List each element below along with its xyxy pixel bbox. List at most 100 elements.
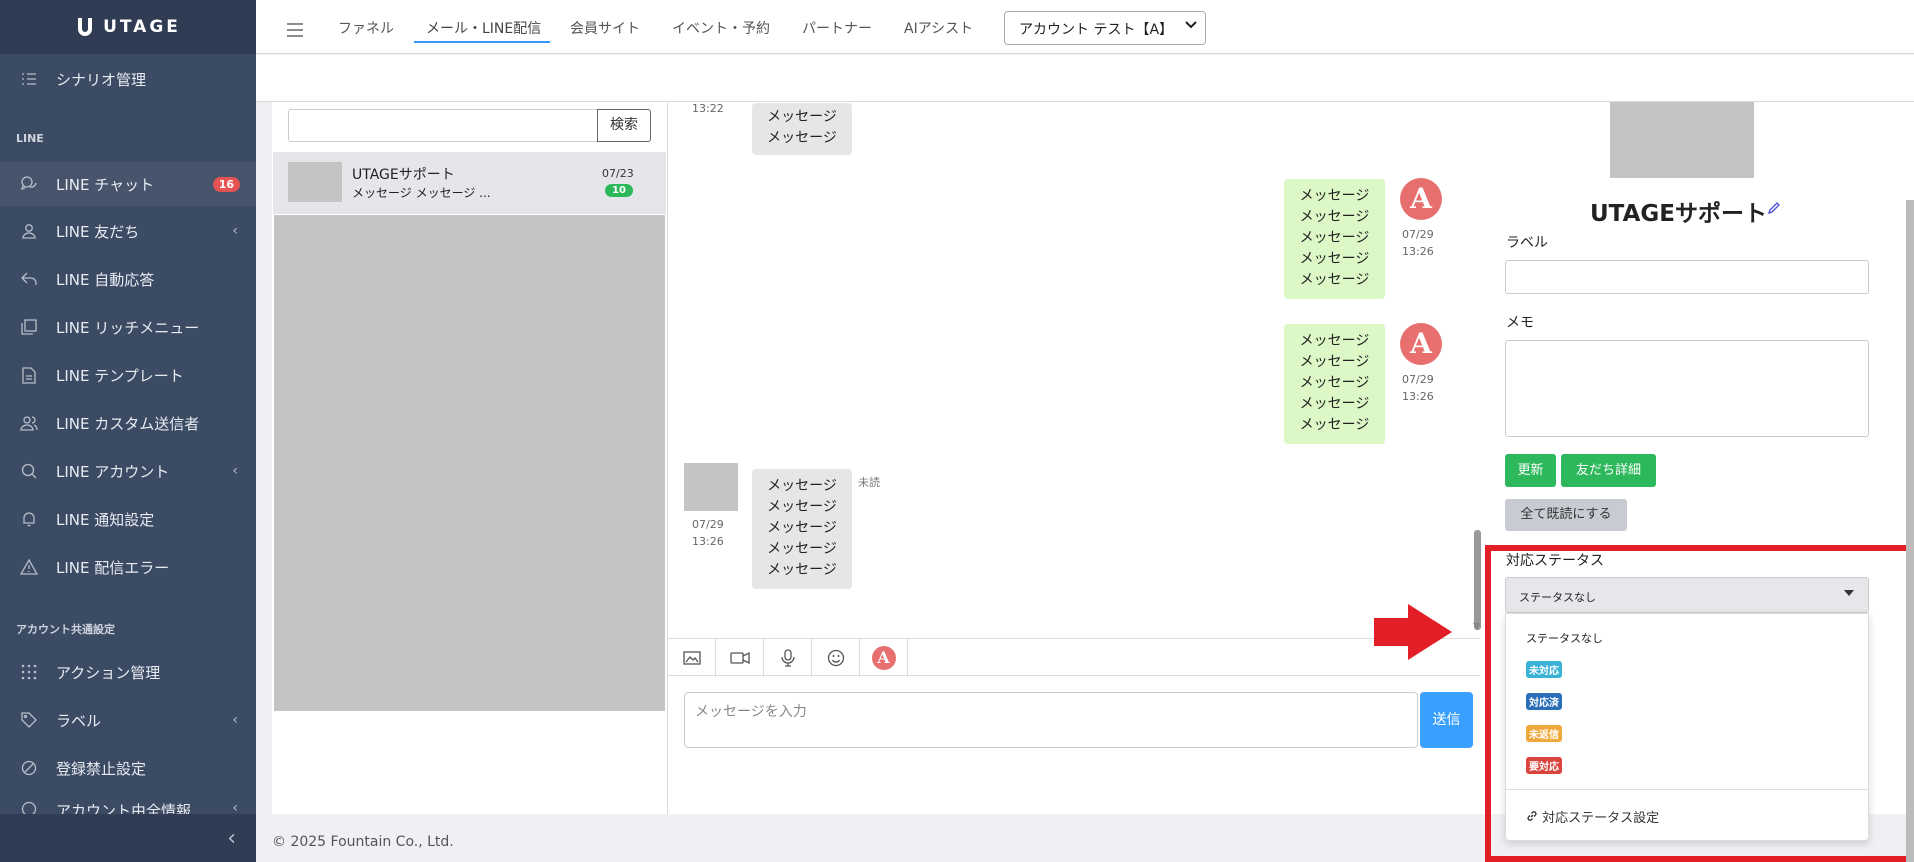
sidebar-item-account-info[interactable]: アカウント由全情報 ‹ bbox=[0, 792, 256, 814]
scroll-down-arrow-icon[interactable]: ▼ bbox=[1473, 621, 1481, 632]
sidebar-item-line-account[interactable]: LINE アカウント ‹ bbox=[0, 449, 256, 493]
mark-all-read-button[interactable]: 全て既読にする bbox=[1505, 499, 1627, 531]
sidebar-item-label: LINE テンプレート bbox=[56, 366, 184, 385]
send-button[interactable]: 送信 bbox=[1420, 692, 1473, 748]
sidebar-item-registration-ban[interactable]: 登録禁止設定 bbox=[0, 746, 256, 790]
image-icon[interactable] bbox=[668, 639, 716, 677]
info-icon bbox=[20, 800, 38, 814]
message-bubble: メッセージ メッセージ メッセージ メッセージ メッセージ bbox=[1284, 179, 1385, 299]
account-select-value: アカウント テスト【A】 bbox=[1019, 22, 1174, 38]
mic-icon[interactable] bbox=[764, 639, 812, 677]
search-icon bbox=[20, 462, 38, 480]
sidebar-item-line-notification[interactable]: LINE 通知設定 bbox=[0, 497, 256, 541]
video-icon[interactable] bbox=[716, 639, 764, 677]
message-date: 07/29 bbox=[1402, 373, 1434, 386]
message-timestamp: 07/29 13:26 bbox=[1402, 371, 1434, 405]
message-line: メッセージ bbox=[1299, 396, 1370, 412]
label-input[interactable] bbox=[1505, 260, 1869, 294]
sidebar-item-line-friends[interactable]: LINE 友だち ‹ bbox=[0, 209, 256, 253]
update-button[interactable]: 更新 bbox=[1505, 454, 1556, 487]
message-line: メッセージ bbox=[767, 478, 837, 494]
red-arrow-icon bbox=[1374, 604, 1452, 660]
tab-event[interactable]: イベント・予約 bbox=[672, 18, 770, 38]
chat-icon bbox=[20, 175, 38, 193]
avatar-letter: A bbox=[871, 646, 896, 670]
message-time: 13:26 bbox=[1402, 390, 1434, 403]
message-line: メッセージ bbox=[1299, 333, 1370, 349]
page-scrollbar[interactable] bbox=[1906, 200, 1914, 862]
profile-name: UTAGEサポート bbox=[1590, 201, 1767, 227]
search-button[interactable]: 検索 bbox=[597, 109, 651, 142]
utage-avatar-icon[interactable]: A bbox=[860, 639, 908, 677]
document-icon bbox=[20, 366, 38, 384]
message-line: メッセージ bbox=[767, 520, 837, 536]
sidebar-item-scenario[interactable]: シナリオ管理 bbox=[0, 57, 256, 101]
highlight-frame bbox=[1485, 545, 1913, 862]
sidebar-item-label: 登録禁止設定 bbox=[56, 759, 147, 778]
hamburger-menu-icon[interactable] bbox=[286, 18, 304, 42]
message-time: 13:22 bbox=[692, 102, 724, 115]
message-timestamp: 07/29 13:26 bbox=[1402, 226, 1434, 260]
brand[interactable]: UTAGE bbox=[0, 0, 256, 54]
sidebar-item-action-management[interactable]: アクション管理 bbox=[0, 650, 256, 694]
sidebar-collapse-button[interactable]: ‹ bbox=[0, 814, 256, 862]
friend-date: 07/23 bbox=[602, 167, 634, 180]
message-input[interactable]: メッセージを入力 bbox=[684, 692, 1418, 748]
grid-icon bbox=[20, 663, 38, 681]
message-line: メッセージ bbox=[1299, 272, 1370, 288]
sidebar-item-label: アクション管理 bbox=[56, 663, 161, 682]
sidebar-item-label: ラベル bbox=[56, 711, 102, 730]
warning-icon bbox=[20, 558, 38, 576]
message-line: メッセージ bbox=[1299, 209, 1370, 225]
utage-avatar: A bbox=[1400, 323, 1442, 365]
message-line: メッセージ bbox=[1299, 417, 1370, 433]
message-bubble: メッセージ メッセージ メッセージ メッセージ メッセージ bbox=[752, 469, 852, 589]
sidebar-item-line-auto-reply[interactable]: LINE 自動応答 bbox=[0, 257, 256, 301]
tab-partner[interactable]: パートナー bbox=[802, 18, 872, 38]
sidebar-item-line-rich-menu[interactable]: LINE リッチメニュー bbox=[0, 305, 256, 349]
bell-icon bbox=[20, 510, 38, 528]
chevron-left-icon: ‹ bbox=[232, 800, 238, 814]
copy-icon bbox=[20, 318, 38, 336]
message-line: メッセージ bbox=[1299, 354, 1370, 370]
sidebar-item-label-settings[interactable]: ラベル ‹ bbox=[0, 698, 256, 742]
user-icon bbox=[20, 222, 38, 240]
pencil-edit-icon[interactable] bbox=[1767, 200, 1781, 219]
sidebar-item-label: LINE 配信エラー bbox=[56, 558, 170, 577]
list-icon bbox=[20, 70, 38, 88]
tab-funnel[interactable]: ファネル bbox=[338, 18, 394, 38]
utage-logo-icon bbox=[78, 18, 93, 36]
tab-mail-line[interactable]: メール・LINE配信 bbox=[426, 18, 541, 38]
message-toolbar: A bbox=[668, 638, 1480, 677]
tag-icon bbox=[20, 711, 38, 729]
account-select[interactable]: アカウント テスト【A】 bbox=[1004, 11, 1206, 45]
message-line: メッセージ bbox=[767, 541, 837, 557]
message-line: メッセージ bbox=[767, 499, 837, 515]
unread-count-badge: 10 bbox=[605, 184, 633, 197]
chat-scrollbar[interactable] bbox=[1474, 530, 1481, 630]
unread-badge: 16 bbox=[212, 176, 240, 192]
message-line: メッセージ bbox=[767, 109, 837, 125]
message-line: メッセージ bbox=[1299, 375, 1370, 391]
sidebar-item-label: LINE アカウント bbox=[56, 462, 170, 481]
message-date: 07/29 bbox=[1402, 228, 1434, 241]
sidebar-item-line-delivery-error[interactable]: LINE 配信エラー bbox=[0, 545, 256, 589]
memo-textarea[interactable] bbox=[1505, 340, 1869, 437]
brand-name: UTAGE bbox=[103, 17, 181, 37]
message-line: メッセージ bbox=[1299, 188, 1370, 204]
chevron-left-icon: ‹ bbox=[227, 825, 236, 851]
sidebar-item-line-template[interactable]: LINE テンプレート bbox=[0, 353, 256, 397]
label-field-title: ラベル bbox=[1506, 235, 1548, 251]
message-timestamp: 07/29 13:26 bbox=[692, 516, 724, 550]
sidebar-item-line-chat[interactable]: LINE チャット 16 bbox=[0, 162, 256, 206]
sidebar-item-label: LINE 自動応答 bbox=[56, 270, 155, 289]
tab-ai-assist[interactable]: AIアシスト bbox=[904, 18, 973, 38]
message-bubble: メッセージ メッセージ bbox=[752, 103, 852, 155]
emoji-icon[interactable] bbox=[812, 639, 860, 677]
friend-search-input[interactable] bbox=[288, 109, 598, 142]
sidebar-section-line: LINE bbox=[16, 132, 44, 145]
friend-detail-button[interactable]: 友だち詳細 bbox=[1561, 454, 1656, 487]
footer-copyright: © 2025 Fountain Co., Ltd. bbox=[272, 834, 454, 850]
sidebar-item-line-custom-sender[interactable]: LINE カスタム送信者 bbox=[0, 401, 256, 445]
tab-member-site[interactable]: 会員サイト bbox=[570, 18, 640, 38]
